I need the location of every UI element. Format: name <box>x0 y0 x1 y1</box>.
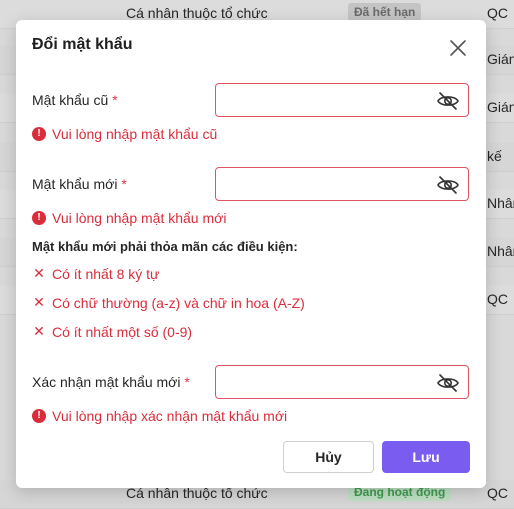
table-cell: QC <box>487 485 508 501</box>
dialog-title: Đổi mật khẩu <box>32 36 133 53</box>
old-password-label-text: Mật khẩu cũ <box>32 92 109 108</box>
conditions-title: Mật khẩu mới phải thỏa mãn các điều kiện… <box>32 239 298 254</box>
table-cell: kế <box>487 148 502 164</box>
close-button[interactable] <box>446 36 470 60</box>
table-cell: Nhân <box>487 195 514 211</box>
error-icon: ! <box>32 127 46 141</box>
error-text: Vui lòng nhập mật khẩu cũ <box>52 126 218 142</box>
table-cell: Cá nhân thuộc tổ chức <box>126 5 268 21</box>
confirm-password-field[interactable] <box>215 365 469 399</box>
change-password-dialog: Đổi mật khẩu Mật khẩu cũ * ! Vui lòng nh… <box>16 20 486 488</box>
eye-off-icon[interactable] <box>436 89 460 113</box>
condition-item: ✕ Có ít nhất 8 ký tự <box>32 265 159 282</box>
table-cell: QC <box>487 5 508 21</box>
eye-off-icon[interactable] <box>436 371 460 395</box>
cross-icon: ✕ <box>33 323 45 339</box>
old-password-field[interactable] <box>215 83 469 117</box>
cross-icon: ✕ <box>33 294 45 310</box>
required-mark: * <box>184 374 190 390</box>
confirm-password-label: Xác nhận mật khẩu mới * <box>32 374 190 390</box>
new-password-label-text: Mật khẩu mới <box>32 176 118 192</box>
eye-off-icon[interactable] <box>436 173 460 197</box>
new-password-input[interactable] <box>224 174 428 196</box>
confirm-password-error: ! Vui lòng nhập xác nhận mật khẩu mới <box>32 408 287 424</box>
old-password-input[interactable] <box>224 90 428 112</box>
old-password-label: Mật khẩu cũ * <box>32 92 118 108</box>
confirm-password-input[interactable] <box>224 372 428 394</box>
required-mark: * <box>121 176 127 192</box>
condition-text: Có chữ thường (a-z) và chữ in hoa (A-Z) <box>52 294 305 311</box>
table-cell: Giáng <box>487 51 514 67</box>
status-badge: Đã hết hạn <box>348 3 422 21</box>
required-mark: * <box>112 92 118 108</box>
condition-text: Có ít nhất 8 ký tự <box>52 265 160 282</box>
table-cell: QC <box>487 291 508 307</box>
condition-item: ✕ Có chữ thường (a-z) và chữ in hoa (A-Z… <box>32 294 305 311</box>
error-icon: ! <box>32 409 46 423</box>
error-text: Vui lòng nhập xác nhận mật khẩu mới <box>52 408 288 424</box>
confirm-password-label-text: Xác nhận mật khẩu mới <box>32 374 181 390</box>
new-password-field[interactable] <box>215 167 469 201</box>
cross-icon: ✕ <box>33 265 45 281</box>
cancel-button[interactable]: Hủy <box>283 441 374 473</box>
old-password-error: ! Vui lòng nhập mật khẩu cũ <box>32 126 217 142</box>
close-icon <box>450 40 466 56</box>
condition-text: Có ít nhất một số (0-9) <box>52 323 193 340</box>
error-text: Vui lòng nhập mật khẩu mới <box>52 210 227 226</box>
new-password-error: ! Vui lòng nhập mật khẩu mới <box>32 210 226 226</box>
save-button[interactable]: Lưu <box>382 441 470 473</box>
new-password-label: Mật khẩu mới * <box>32 176 127 192</box>
table-cell: Giáng <box>487 99 514 115</box>
error-icon: ! <box>32 211 46 225</box>
table-cell: Nhân <box>487 243 514 259</box>
condition-item: ✕ Có ít nhất một số (0-9) <box>32 323 192 340</box>
